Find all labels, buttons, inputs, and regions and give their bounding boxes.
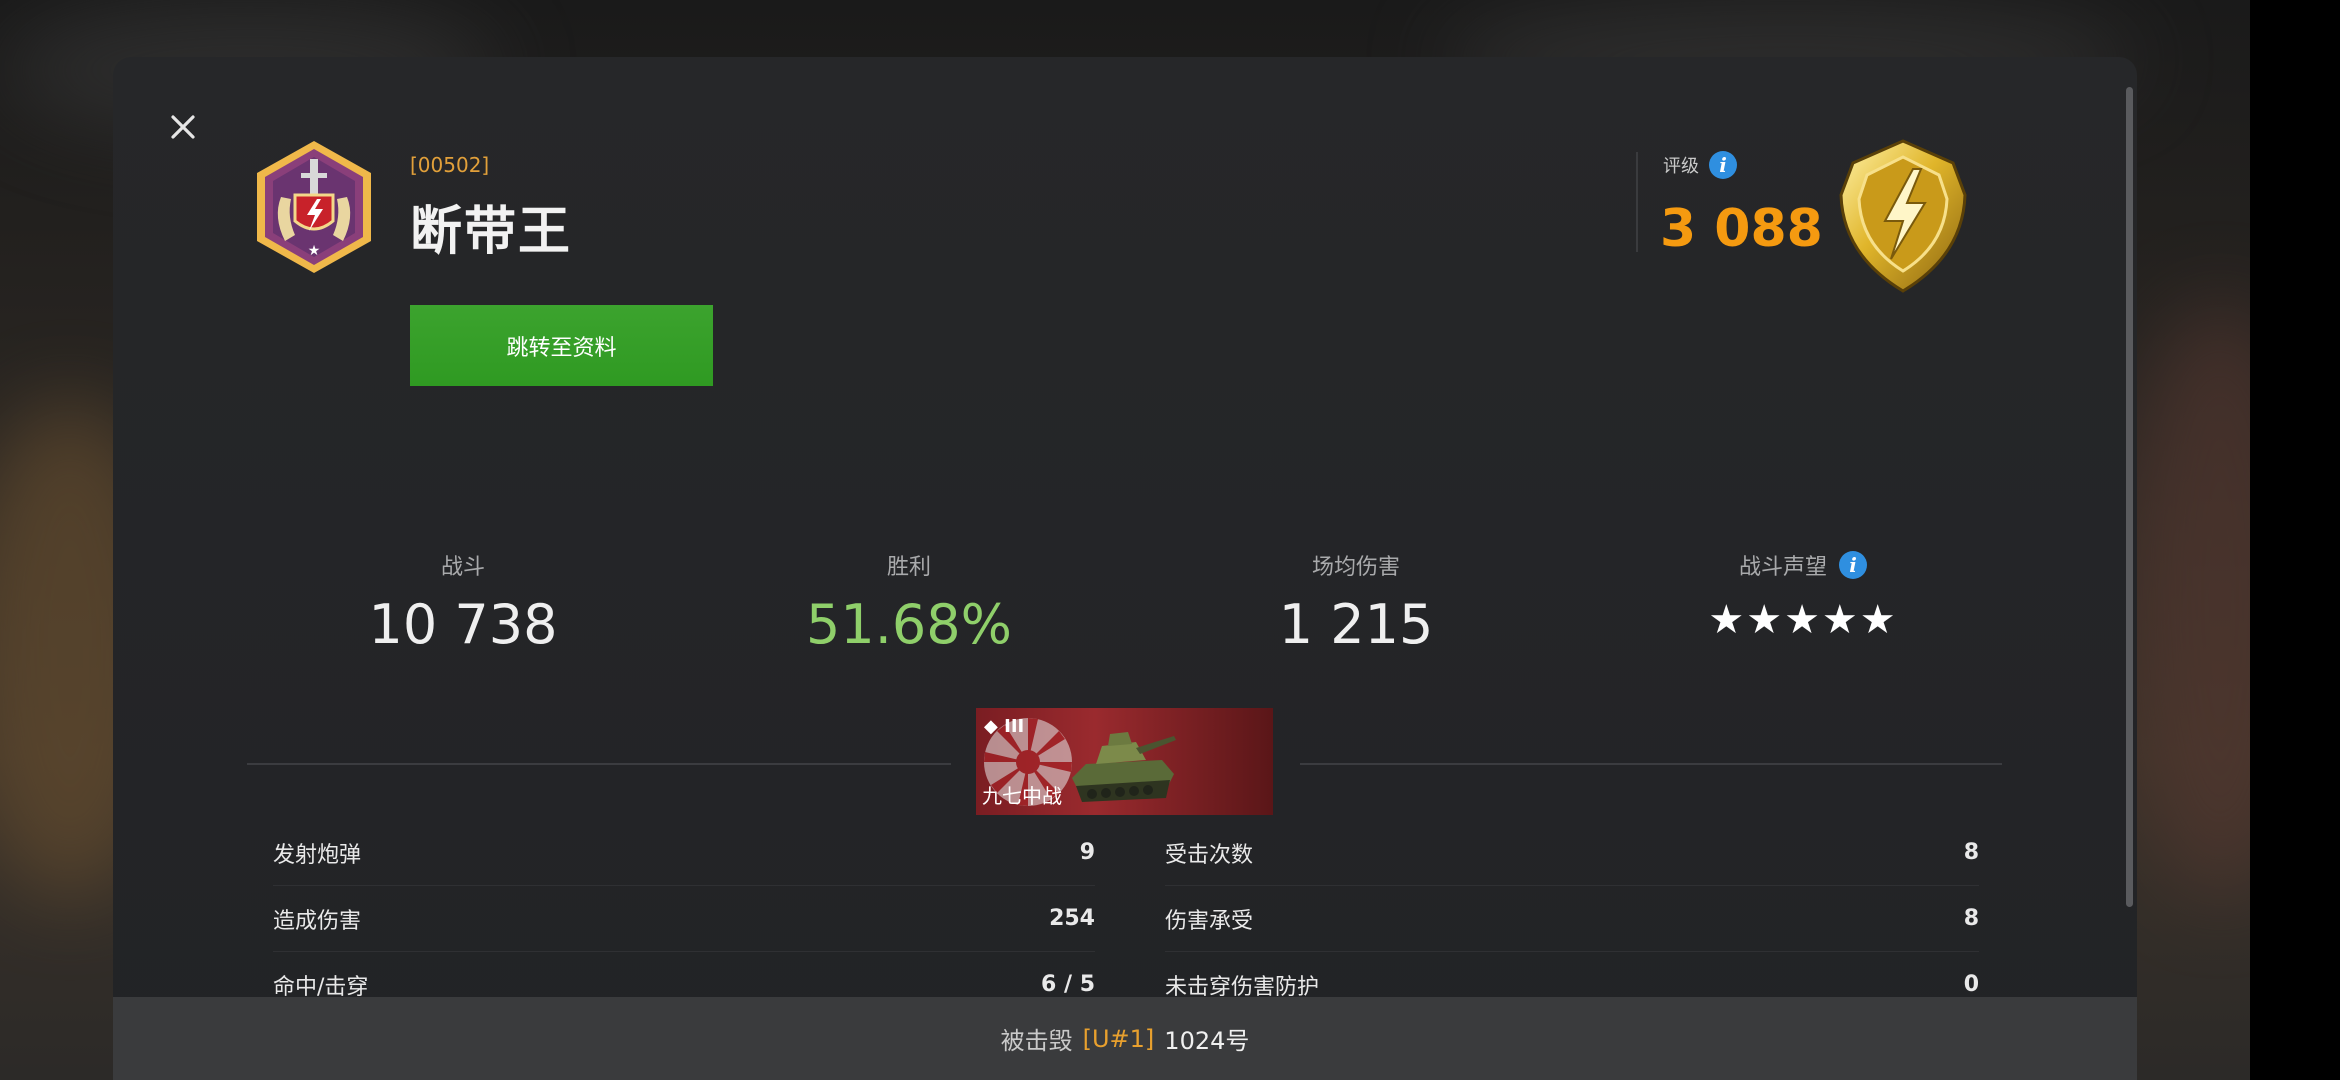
- stat-label: 胜利: [886, 555, 931, 580]
- tank-icon: [1072, 732, 1176, 802]
- rating-label-group: 评级 i: [1663, 151, 1737, 179]
- detail-value: 254: [1049, 906, 1095, 931]
- reputation-info-icon[interactable]: i: [1839, 551, 1867, 579]
- detail-label: 未击穿伤害防护: [1165, 974, 1320, 1000]
- player-stats-panel: ★ [00502] 断带王 跳转至资料 评级 i 3 088 战斗 10 738…: [113, 57, 2137, 1080]
- detail-label: 命中/击穿: [273, 974, 369, 1000]
- go-to-profile-button[interactable]: 跳转至资料: [410, 305, 713, 386]
- detail-value: 8: [1963, 840, 1979, 865]
- detail-label: 伤害承受: [1165, 908, 1254, 934]
- screen-edge: [2250, 0, 2340, 1080]
- player-name: 断带王: [410, 202, 573, 262]
- detail-row: 发射炮弹 9: [273, 820, 1095, 886]
- detail-row: 受击次数 8: [1165, 820, 1979, 886]
- vehicle-card[interactable]: ◆ III 九七中战: [976, 708, 1273, 815]
- reputation-stars: ★★★★★: [1708, 597, 1898, 643]
- player-emblem-icon: ★: [257, 141, 371, 273]
- close-icon: [171, 115, 195, 139]
- detail-value: 8: [1963, 906, 1979, 931]
- stat-value: 10 738: [368, 593, 558, 656]
- stat-avg-damage: 场均伤害 1 215: [1156, 547, 1556, 656]
- stat-label: 战斗声望: [1738, 555, 1827, 580]
- detail-label: 造成伤害: [273, 908, 362, 934]
- summary-stats: 战斗 10 738 胜利 51.68% 场均伤害 1 215 战斗声望 i ★★…: [263, 547, 2063, 667]
- detail-value: 6 / 5: [1041, 972, 1095, 997]
- vehicle-tier-label: III: [1004, 716, 1025, 737]
- detail-value: 9: [1079, 840, 1095, 865]
- killer-clan-tag: [U#1]: [1082, 1024, 1155, 1053]
- detail-value: 0: [1963, 972, 1979, 997]
- divider-right: [1300, 763, 2002, 765]
- killer-name[interactable]: 1024号: [1164, 1021, 1249, 1056]
- divider-left: [247, 763, 951, 765]
- detail-row: 造成伤害 254: [273, 886, 1095, 952]
- stat-label: 场均伤害: [1311, 555, 1400, 580]
- rating-label: 评级: [1663, 156, 1699, 177]
- svg-text:★: ★: [308, 243, 321, 259]
- stat-value: 51.68%: [806, 593, 1012, 656]
- stat-battle-reputation: 战斗声望 i ★★★★★: [1603, 547, 2003, 643]
- rating-divider: [1636, 152, 1638, 252]
- vehicle-name: 九七中战: [982, 784, 1062, 808]
- detail-row: 伤害承受 8: [1165, 886, 1979, 952]
- detail-label: 受击次数: [1165, 842, 1254, 868]
- vehicle-tier: ◆ III: [984, 716, 1024, 737]
- scrollbar[interactable]: [2126, 87, 2133, 907]
- clan-tag: [00502]: [410, 153, 490, 177]
- destroyed-by-bar: 被击毁 [U#1] 1024号: [113, 997, 2137, 1080]
- stat-battles: 战斗 10 738: [263, 547, 663, 656]
- stat-value: 1 215: [1278, 593, 1434, 656]
- stat-wins: 胜利 51.68%: [709, 547, 1109, 656]
- vehicle-class-icon: ◆: [984, 716, 998, 737]
- rating-info-icon[interactable]: i: [1709, 151, 1737, 179]
- stat-label: 战斗: [440, 555, 485, 580]
- destroyed-by-label: 被击毁: [1000, 1027, 1073, 1055]
- rating-value: 3 088: [1660, 199, 1823, 259]
- rating-shield-icon: [1839, 139, 1967, 293]
- close-button[interactable]: [161, 105, 205, 149]
- detail-label: 发射炮弹: [273, 842, 362, 868]
